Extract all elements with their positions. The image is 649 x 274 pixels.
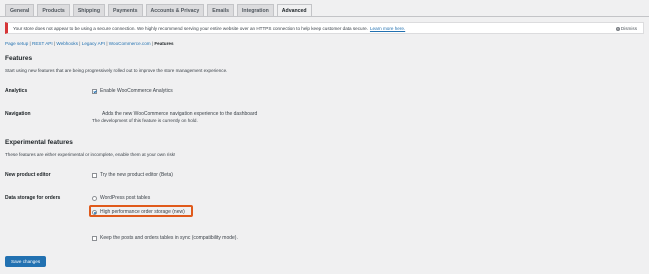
experimental-heading: Experimental features xyxy=(5,139,73,146)
subsection-rest-api[interactable]: REST API xyxy=(32,41,53,46)
hpos-highlight-box xyxy=(89,205,193,217)
posts-tables-label: WordPress post tables xyxy=(100,195,151,201)
separator: | xyxy=(29,41,31,46)
subsection-webhooks[interactable]: Webhooks xyxy=(56,41,78,46)
dismiss-button[interactable]: × Dismiss xyxy=(615,26,637,31)
experimental-description: These features are either experimental o… xyxy=(5,152,176,157)
navigation-label: Navigation xyxy=(5,111,31,117)
separator: | xyxy=(151,41,154,46)
analytics-checkbox[interactable] xyxy=(92,88,97,94)
navigation-note: The development of this feature is curre… xyxy=(92,118,198,123)
separator: | xyxy=(79,41,81,46)
notice-learn-more-link[interactable]: Learn more here. xyxy=(370,26,405,31)
tab-advanced[interactable]: Advanced xyxy=(276,4,312,16)
posts-tables-radio[interactable] xyxy=(92,195,97,201)
tab-shipping[interactable]: Shipping xyxy=(72,4,105,16)
tabs-divider xyxy=(0,16,649,17)
separator: | xyxy=(53,41,56,46)
close-icon: × xyxy=(615,26,620,31)
navigation-option[interactable]: Adds the new WooCommerce navigation expe… xyxy=(102,111,257,117)
dismiss-label: Dismiss xyxy=(620,26,637,31)
subsection-page-setup[interactable]: Page setup xyxy=(5,41,28,46)
product-editor-option-label: Try the new product editor (Beta) xyxy=(100,172,173,178)
tab-payments[interactable]: Payments xyxy=(108,4,143,16)
sync-checkbox[interactable] xyxy=(92,235,97,241)
https-notice: Your store does not appear to be using a… xyxy=(5,22,644,34)
subsection-legacy-api[interactable]: Legacy API xyxy=(82,41,105,46)
sync-option[interactable]: Keep the posts and orders tables in sync… xyxy=(92,235,238,241)
analytics-option-label: Enable WooCommerce Analytics xyxy=(100,88,173,94)
sync-option-label: Keep the posts and orders tables in sync… xyxy=(100,235,238,241)
navigation-option-label: Adds the new WooCommerce navigation expe… xyxy=(102,111,258,117)
tab-general[interactable]: General xyxy=(5,4,35,16)
save-changes-button[interactable]: Save changes xyxy=(5,256,47,267)
tab-integration[interactable]: Integration xyxy=(236,4,274,16)
features-description: Start using new features that are being … xyxy=(5,68,228,73)
settings-tabs: General Products Shipping Payments Accou… xyxy=(5,4,312,16)
advanced-subsections: Page setup | REST API | Webhooks | Legac… xyxy=(5,41,174,46)
notice-text: Your store does not appear to be using a… xyxy=(13,25,368,31)
tab-accounts-privacy[interactable]: Accounts & Privacy xyxy=(145,4,205,16)
subsection-woocommerce-com[interactable]: WooCommerce.com xyxy=(109,41,151,46)
tab-products[interactable]: Products xyxy=(37,4,70,16)
analytics-option[interactable]: Enable WooCommerce Analytics xyxy=(92,88,173,94)
features-heading: Features xyxy=(5,55,33,62)
data-storage-option-posts[interactable]: WordPress post tables xyxy=(92,195,150,201)
tab-emails[interactable]: Emails xyxy=(207,4,234,16)
product-editor-checkbox[interactable] xyxy=(92,172,97,178)
subsection-features[interactable]: Features xyxy=(154,41,173,46)
analytics-label: Analytics xyxy=(5,88,28,94)
product-editor-label: New product editor xyxy=(5,172,51,178)
product-editor-option[interactable]: Try the new product editor (Beta) xyxy=(92,172,173,178)
separator: | xyxy=(106,41,108,46)
data-storage-label: Data storage for orders xyxy=(5,195,61,201)
